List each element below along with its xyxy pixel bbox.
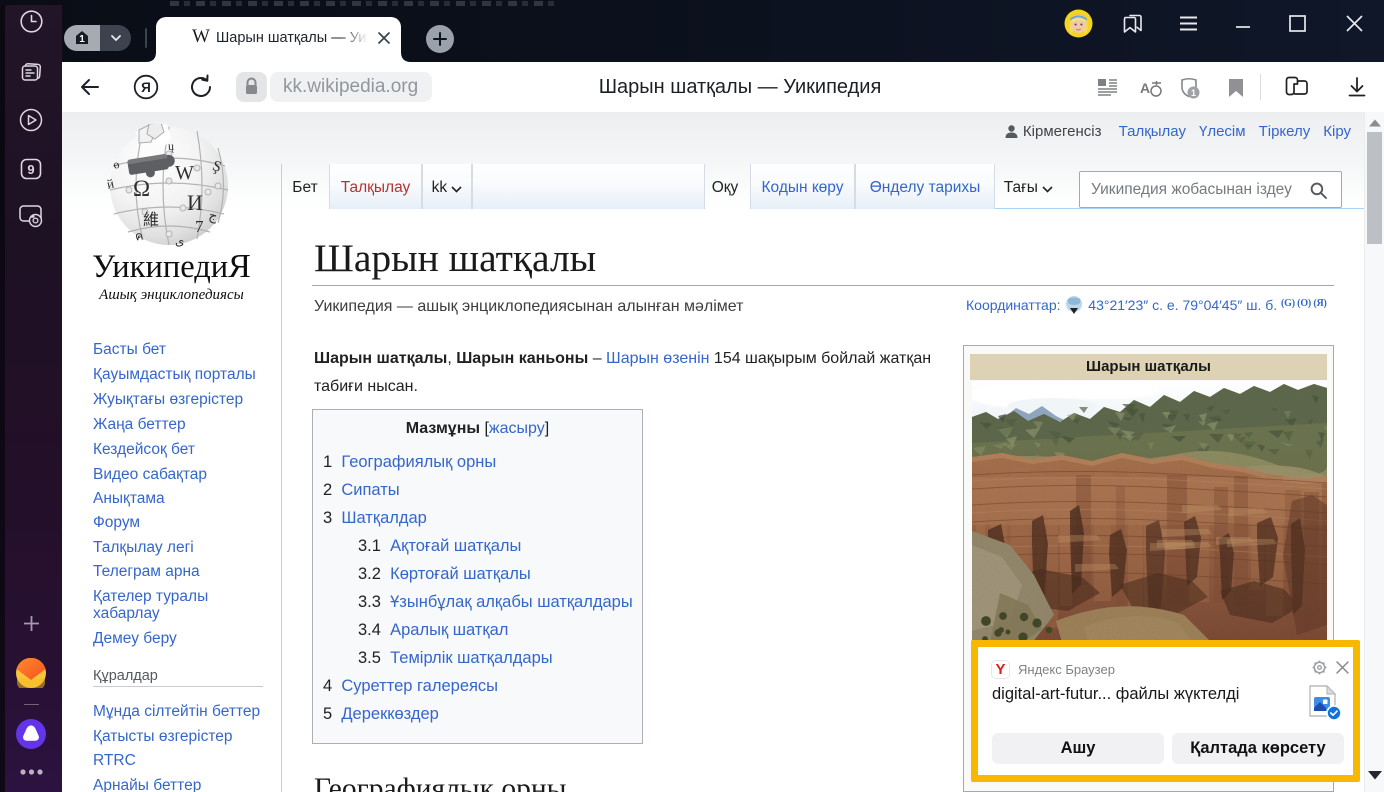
svg-text:9: 9 — [27, 162, 34, 177]
svg-text:И: И — [187, 190, 203, 215]
svg-text:W: W — [175, 162, 194, 184]
svg-text:Ω: Ω — [133, 176, 150, 201]
svg-text:ی: ی — [175, 234, 184, 248]
svg-text:Я: Я — [141, 80, 151, 95]
svg-text:ų: ų — [168, 139, 174, 153]
svg-text:1: 1 — [79, 34, 85, 45]
svg-text:7: 7 — [195, 217, 204, 236]
svg-text:1: 1 — [1191, 88, 1196, 98]
svg-text:А: А — [1140, 80, 1150, 96]
svg-text:維: 維 — [143, 211, 159, 229]
